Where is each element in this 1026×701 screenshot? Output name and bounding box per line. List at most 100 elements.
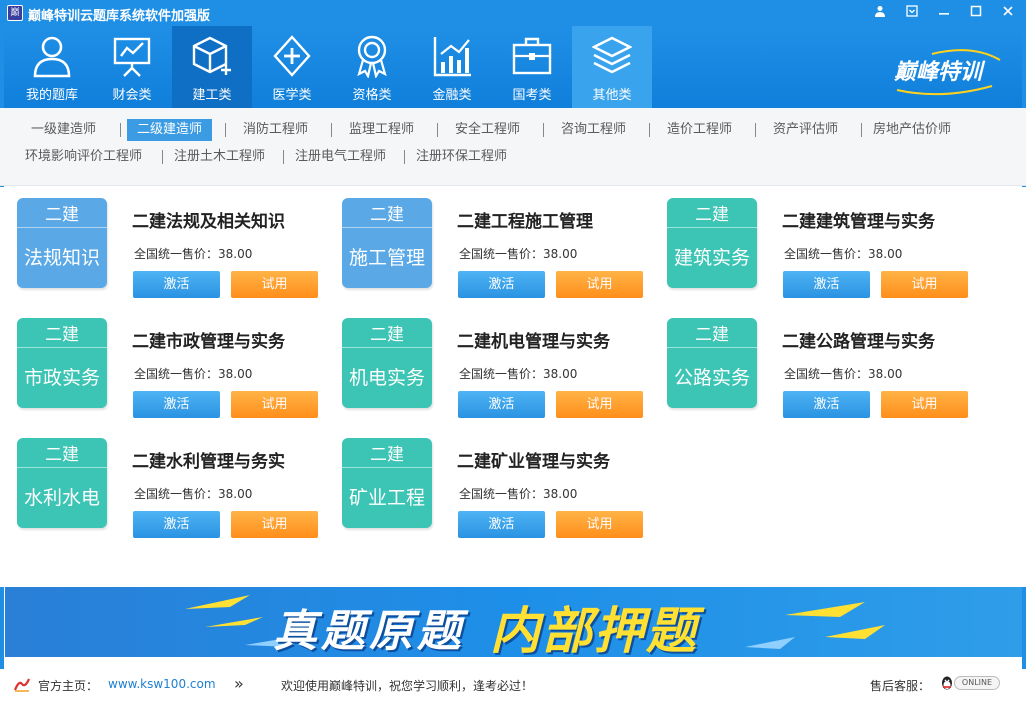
- product-card: 二建 市政实务 二建市政管理与实务 全国统一售价：38.00 激活 试用: [17, 318, 337, 423]
- tile-bottom-label: 矿业工程: [348, 487, 425, 509]
- activate-button[interactable]: 激活: [458, 391, 545, 418]
- divider: [755, 123, 756, 137]
- subcategory-bar: 一级建造师 二级建造师 消防工程师 监理工程师 安全工程师 咨询工程师 造价工程…: [0, 108, 1026, 186]
- tile-bottom-label: 水利水电: [23, 487, 100, 509]
- subcat-item[interactable]: 监理工程师: [349, 119, 414, 141]
- product-price: 全国统一售价：38.00: [784, 367, 903, 381]
- product-tile[interactable]: 二建 水利水电: [17, 438, 107, 528]
- nav-label: 其他类: [592, 88, 632, 103]
- activate-button[interactable]: 激活: [133, 511, 220, 538]
- user-icon: [33, 36, 71, 78]
- tile-bottom-label: 市政实务: [23, 367, 100, 389]
- nav-civil-exam[interactable]: 国考类: [492, 26, 572, 108]
- subcat-item[interactable]: 注册土木工程师: [174, 146, 265, 168]
- product-tile[interactable]: 二建 市政实务: [17, 318, 107, 408]
- nav-label: 财会类: [112, 88, 152, 103]
- nav-label: 资格类: [352, 88, 392, 103]
- divider: [283, 150, 284, 164]
- banner-text-internal-tips: 内部押题: [490, 602, 698, 657]
- bar-chart-icon: [433, 37, 471, 77]
- layers-icon: [592, 36, 632, 74]
- tile-top-label: 二建: [342, 324, 432, 348]
- subcat-item[interactable]: 安全工程师: [455, 119, 520, 141]
- tile-top-label: 二建: [17, 204, 107, 228]
- product-title: 二建矿业管理与实务: [457, 452, 610, 472]
- product-tile[interactable]: 二建 矿业工程: [342, 438, 432, 528]
- promo-banner[interactable]: 真题原题 内部押题: [5, 587, 1022, 657]
- nav-accounting[interactable]: 财会类: [92, 26, 172, 108]
- service-label: 售后客服：: [870, 679, 931, 693]
- nav-finance[interactable]: 金融类: [412, 26, 492, 108]
- subcat-item[interactable]: 环境影响评价工程师: [25, 146, 142, 168]
- product-tile[interactable]: 二建 法规知识: [17, 198, 107, 288]
- subcat-item[interactable]: 一级建造师: [31, 119, 96, 141]
- status-bar: 官方主页： www.ksw100.com » 欢迎使用巅峰特训，祝您学习顺利，逢…: [0, 669, 1026, 701]
- banner-text-real-questions: 真题原题: [273, 606, 465, 657]
- product-price: 全国统一售价：38.00: [459, 487, 578, 501]
- homepage-label: 官方主页：: [38, 679, 99, 693]
- subcat-item[interactable]: 资产评估师: [773, 119, 838, 141]
- subcat-item[interactable]: 注册环保工程师: [416, 146, 507, 168]
- tile-bottom-label: 建筑实务: [673, 247, 750, 269]
- trial-button[interactable]: 试用: [556, 271, 643, 298]
- nav-construction[interactable]: 建工类: [172, 26, 252, 108]
- trial-button[interactable]: 试用: [881, 391, 968, 418]
- category-nav: 我的题库 财会类 建工类 医学类 资格类 金融类 国考类 其他类 巅峰特训: [0, 26, 1026, 108]
- nav-label: 医学类: [272, 88, 312, 103]
- subcat-item[interactable]: 房地产估价师: [873, 119, 951, 141]
- nav-label: 我的题库: [25, 88, 78, 103]
- user-icon[interactable]: [869, 4, 891, 22]
- product-card: 二建 水利水电 二建水利管理与务实 全国统一售价：38.00 激活 试用: [17, 438, 337, 543]
- divider: [162, 150, 163, 164]
- product-price: 全国统一售价：38.00: [459, 247, 578, 261]
- product-price: 全国统一售价：38.00: [134, 367, 253, 381]
- activate-button[interactable]: 激活: [458, 271, 545, 298]
- activate-button[interactable]: 激活: [133, 271, 220, 298]
- online-status-badge[interactable]: ONLINE: [954, 676, 1000, 690]
- minimize-icon[interactable]: [933, 4, 955, 22]
- product-tile[interactable]: 二建 公路实务: [667, 318, 757, 408]
- qq-penguin-icon[interactable]: [940, 675, 954, 691]
- product-title: 二建水利管理与务实: [132, 452, 285, 472]
- activate-button[interactable]: 激活: [133, 391, 220, 418]
- menu-dropdown-icon[interactable]: [901, 4, 923, 22]
- product-tile[interactable]: 二建 施工管理: [342, 198, 432, 288]
- activate-button[interactable]: 激活: [783, 271, 870, 298]
- nav-qualification[interactable]: 资格类: [332, 26, 412, 108]
- close-icon[interactable]: [997, 4, 1019, 22]
- product-title: 二建工程施工管理: [457, 212, 593, 232]
- divider: [225, 123, 226, 137]
- subcat-item-active[interactable]: 二级建造师: [127, 119, 213, 141]
- activate-button[interactable]: 激活: [458, 511, 545, 538]
- product-card: 二建 施工管理 二建工程施工管理 全国统一售价：38.00 激活 试用: [342, 198, 662, 303]
- trial-button[interactable]: 试用: [231, 391, 318, 418]
- activate-button[interactable]: 激活: [783, 391, 870, 418]
- subcat-item[interactable]: 咨询工程师: [561, 119, 626, 141]
- tile-bottom-label: 机电实务: [348, 367, 425, 389]
- product-tile[interactable]: 二建 建筑实务: [667, 198, 757, 288]
- subcat-item[interactable]: 消防工程师: [243, 119, 308, 141]
- window-title: 巅峰特训云题库系统软件加强版: [28, 9, 211, 24]
- divider: [331, 123, 332, 137]
- product-tile[interactable]: 二建 机电实务: [342, 318, 432, 408]
- product-card: 二建 法规知识 二建法规及相关知识 全国统一售价：38.00 激活 试用: [17, 198, 337, 303]
- trial-button[interactable]: 试用: [556, 511, 643, 538]
- trial-button[interactable]: 试用: [881, 271, 968, 298]
- brand-text: 巅峰特训: [894, 60, 983, 85]
- product-title: 二建机电管理与实务: [457, 332, 610, 352]
- nav-other[interactable]: 其他类: [572, 26, 652, 108]
- maximize-icon[interactable]: [965, 4, 987, 22]
- trial-button[interactable]: 试用: [556, 391, 643, 418]
- trial-button[interactable]: 试用: [231, 271, 318, 298]
- subcat-item[interactable]: 造价工程师: [667, 119, 732, 141]
- homepage-link[interactable]: www.ksw100.com: [108, 677, 216, 691]
- trial-button[interactable]: 试用: [231, 511, 318, 538]
- briefcase-icon: [512, 37, 552, 75]
- brand-logo: 巅峰特训: [892, 46, 1004, 96]
- home-flag-icon: [14, 678, 30, 692]
- product-title: 二建公路管理与实务: [782, 332, 935, 352]
- nav-medical[interactable]: 医学类: [252, 26, 332, 108]
- nav-my-bank[interactable]: 我的题库: [12, 26, 92, 108]
- double-arrow-icon: »: [234, 674, 244, 693]
- subcat-item[interactable]: 注册电气工程师: [295, 146, 386, 168]
